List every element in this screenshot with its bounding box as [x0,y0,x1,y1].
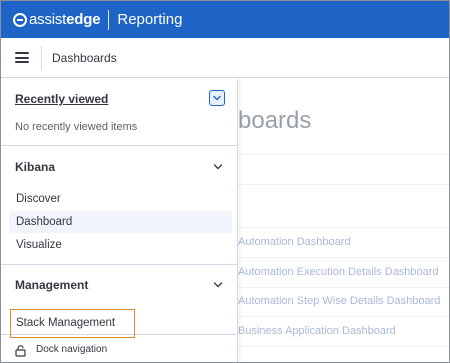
divider [238,346,449,347]
recently-viewed-section: Recently viewed No recently viewed items [1,79,237,146]
brand-divider [108,9,110,30]
product-name: Reporting [117,11,183,28]
kibana-title[interactable]: Kibana [15,160,55,174]
dashboard-link[interactable]: Automation Dashboard [238,236,351,248]
recently-viewed-empty: No recently viewed items [15,121,138,133]
nav-flyout: Recently viewed No recently viewed items… [1,79,238,362]
nav-item-visualize[interactable]: Visualize [9,234,232,256]
logo-mark-icon [13,12,27,27]
management-title[interactable]: Management [15,278,88,292]
dashboard-link[interactable]: Business Application Dashboard [238,325,396,337]
brand-bar: assist edge Reporting [1,1,449,38]
chevron-down-icon[interactable] [209,90,225,106]
dock-navigation-label: Dock navigation [36,344,108,355]
logo-text-bold: edge [66,11,101,28]
app-window: assist edge Reporting Dashboards boards A… [0,0,450,363]
chevron-down-icon[interactable] [213,162,223,172]
chevron-down-icon[interactable] [213,280,223,290]
page-title: boards [238,107,312,134]
logo[interactable]: assist edge [13,11,101,28]
divider [238,257,449,258]
dock-icon [15,344,26,357]
divider [238,287,449,288]
dashboard-link[interactable]: Automation Execution Details Dashboard [238,266,439,278]
nav-item-stack-management[interactable]: Stack Management [9,312,232,334]
hamburger-icon[interactable] [15,52,29,63]
divider [238,316,449,317]
dashboard-link[interactable]: Automation Step Wise Details Dashboard [238,295,440,307]
recently-viewed-title[interactable]: Recently viewed [15,92,108,106]
divider [238,184,449,185]
divider [238,154,449,155]
management-section: Management Stack Management [1,265,237,338]
divider [238,227,449,228]
breadcrumb[interactable]: Dashboards [52,51,117,65]
sub-header: Dashboards [1,38,449,78]
nav-item-dashboard[interactable]: Dashboard [9,211,232,233]
logo-text-light: assist [29,11,67,28]
nav-item-discover[interactable]: Discover [9,188,232,210]
dock-navigation-button[interactable]: Dock navigation [1,335,237,362]
kibana-section: Kibana Discover Dashboard Visualize [1,146,237,265]
header-divider [41,45,42,70]
